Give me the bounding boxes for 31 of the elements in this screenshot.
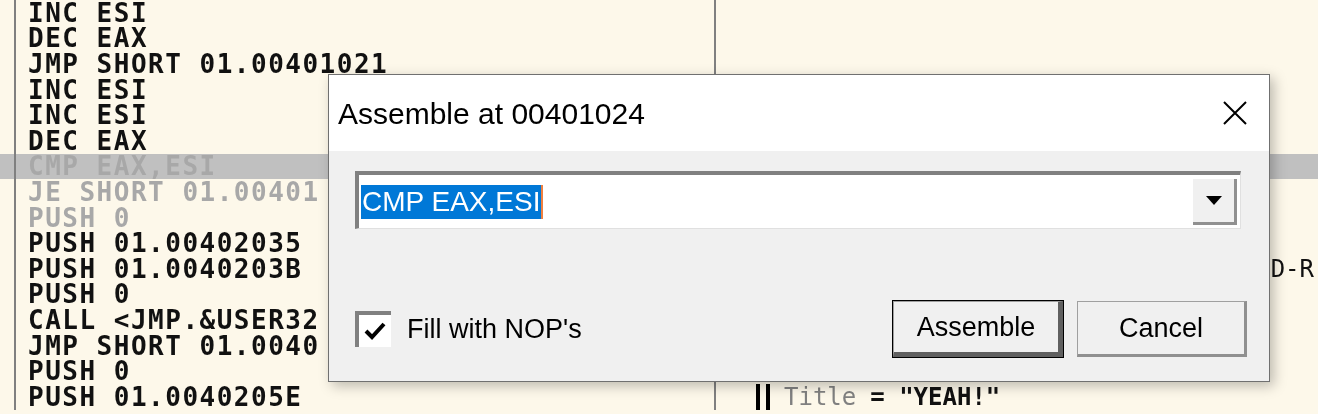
instruction-text: PUSH 0 <box>28 204 131 231</box>
checkmark-icon <box>364 322 386 340</box>
instruction-text: PUSH 0 <box>28 358 131 385</box>
instruction-text: INC ESI <box>28 0 149 26</box>
caret-icon <box>1205 195 1222 205</box>
instruction-text: JE SHORT 01.00401 <box>28 178 320 205</box>
instruction-text: PUSH 01.00402035 <box>28 230 303 257</box>
instruction-text: INC ESI <box>28 76 149 103</box>
instruction-text: PUSH 01.0040205E <box>28 383 303 410</box>
comment-label: Title <box>784 383 857 410</box>
instruction-text: JMP SHORT 01.0040 <box>28 332 320 359</box>
dropdown-button[interactable] <box>1193 178 1237 225</box>
comment-text: = "YEAH!" <box>870 383 1001 410</box>
combo-value[interactable]: CMP EAX,ESI <box>361 184 544 219</box>
close-icon[interactable] <box>1223 101 1247 125</box>
dialog-button[interactable]: Assemble <box>893 301 1063 357</box>
instruction-combo-box[interactable]: CMP EAX,ESI <box>355 171 1241 229</box>
dialog-button[interactable]: Cancel <box>1077 301 1247 357</box>
checkbox-label: Fill with NOP's <box>407 312 582 346</box>
instruction-text: PUSH 0 <box>28 281 131 308</box>
instruction-text: JMP SHORT 01.00401021 <box>28 51 389 77</box>
instruction-text: CALL <JMP.&USER32 <box>28 306 320 333</box>
instruction-text: DEC EAX <box>28 25 149 52</box>
instruction-text: DEC EAX <box>28 127 149 154</box>
dialog-title: Assemble at 00401024 <box>338 95 645 132</box>
instruction-text: INC ESI <box>28 102 149 129</box>
comment-text: D-R <box>1270 255 1314 282</box>
listing-row[interactable]: INC ESI <box>0 0 1318 26</box>
instruction-text: PUSH 01.0040203B <box>28 255 303 282</box>
listing-row[interactable]: DEC EAX <box>0 25 1318 52</box>
fill-checkbox[interactable] <box>355 311 391 347</box>
